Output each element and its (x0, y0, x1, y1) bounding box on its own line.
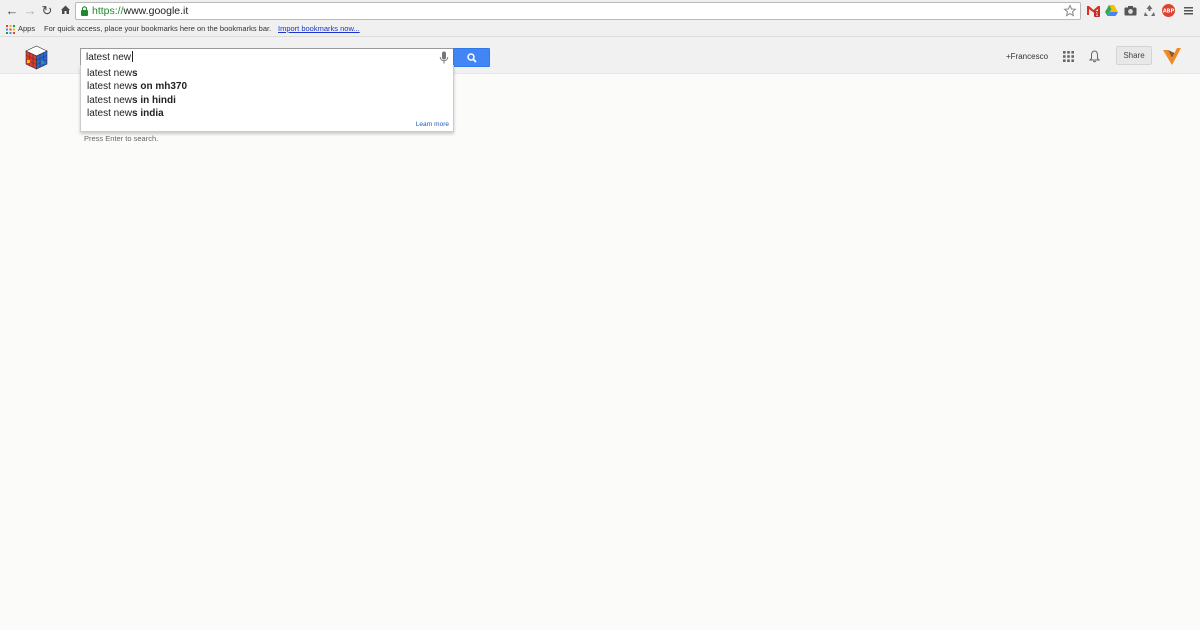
notifications-bell-icon[interactable] (1089, 50, 1100, 63)
autocomplete-dropdown: latest news latest news on mh370 latest … (80, 65, 454, 132)
apps-label[interactable]: Apps (18, 22, 35, 36)
bookmarks-bar: Apps For quick access, place your bookma… (0, 22, 1200, 37)
apps-grid-small-icon[interactable] (6, 25, 15, 34)
url-host: www.google.it (123, 5, 189, 17)
url-text: https://www.google.it (92, 4, 188, 19)
share-button[interactable]: Share (1116, 46, 1152, 65)
import-bookmarks-link[interactable]: Import bookmarks now... (278, 22, 360, 36)
back-arrow-icon[interactable]: ← (4, 3, 20, 19)
reload-icon[interactable]: ↻ (39, 3, 55, 19)
suggestion-item[interactable]: latest news (87, 67, 138, 80)
suggestion-item[interactable]: latest news india (87, 107, 164, 120)
rubiks-cube-logo-icon[interactable] (24, 45, 49, 70)
text-caret (132, 51, 134, 62)
profile-avatar-icon[interactable] (1161, 45, 1183, 67)
bookmarks-hint: For quick access, place your bookmarks h… (44, 24, 272, 33)
press-enter-hint: Press Enter to search. (84, 134, 159, 143)
address-bar[interactable]: https://www.google.it (75, 2, 1081, 20)
magnifier-icon (467, 53, 477, 63)
gmail-icon[interactable]: 1 (1086, 3, 1101, 18)
recycle-icon[interactable] (1142, 3, 1157, 18)
url-scheme: https:// (92, 5, 124, 17)
search-query: latest new (86, 51, 134, 63)
search-button[interactable] (453, 48, 490, 67)
gmail-badge: 1 (1095, 12, 1098, 18)
learn-more-link[interactable]: Learn more (416, 121, 449, 128)
suggestion-item[interactable]: latest news in hindi (87, 94, 176, 107)
suggestion-item[interactable]: latest news on mh370 (87, 80, 187, 93)
adblock-icon[interactable]: ABP (1161, 3, 1176, 18)
bookmark-star-icon[interactable] (1063, 4, 1077, 18)
home-icon[interactable] (57, 3, 73, 19)
lock-icon (81, 6, 88, 16)
user-profile-link[interactable]: +Francesco (1006, 52, 1048, 61)
adblock-badge: ABP (1163, 9, 1175, 15)
drive-icon[interactable] (1104, 3, 1119, 18)
camera-icon[interactable] (1123, 3, 1138, 18)
menu-icon[interactable] (1181, 3, 1196, 18)
google-apps-icon[interactable] (1063, 51, 1074, 62)
browser-toolbar: ← → ↻ https://www.google.it 1 ABP (0, 0, 1200, 22)
microphone-icon[interactable] (439, 51, 449, 65)
forward-arrow-icon[interactable]: → (22, 3, 38, 19)
